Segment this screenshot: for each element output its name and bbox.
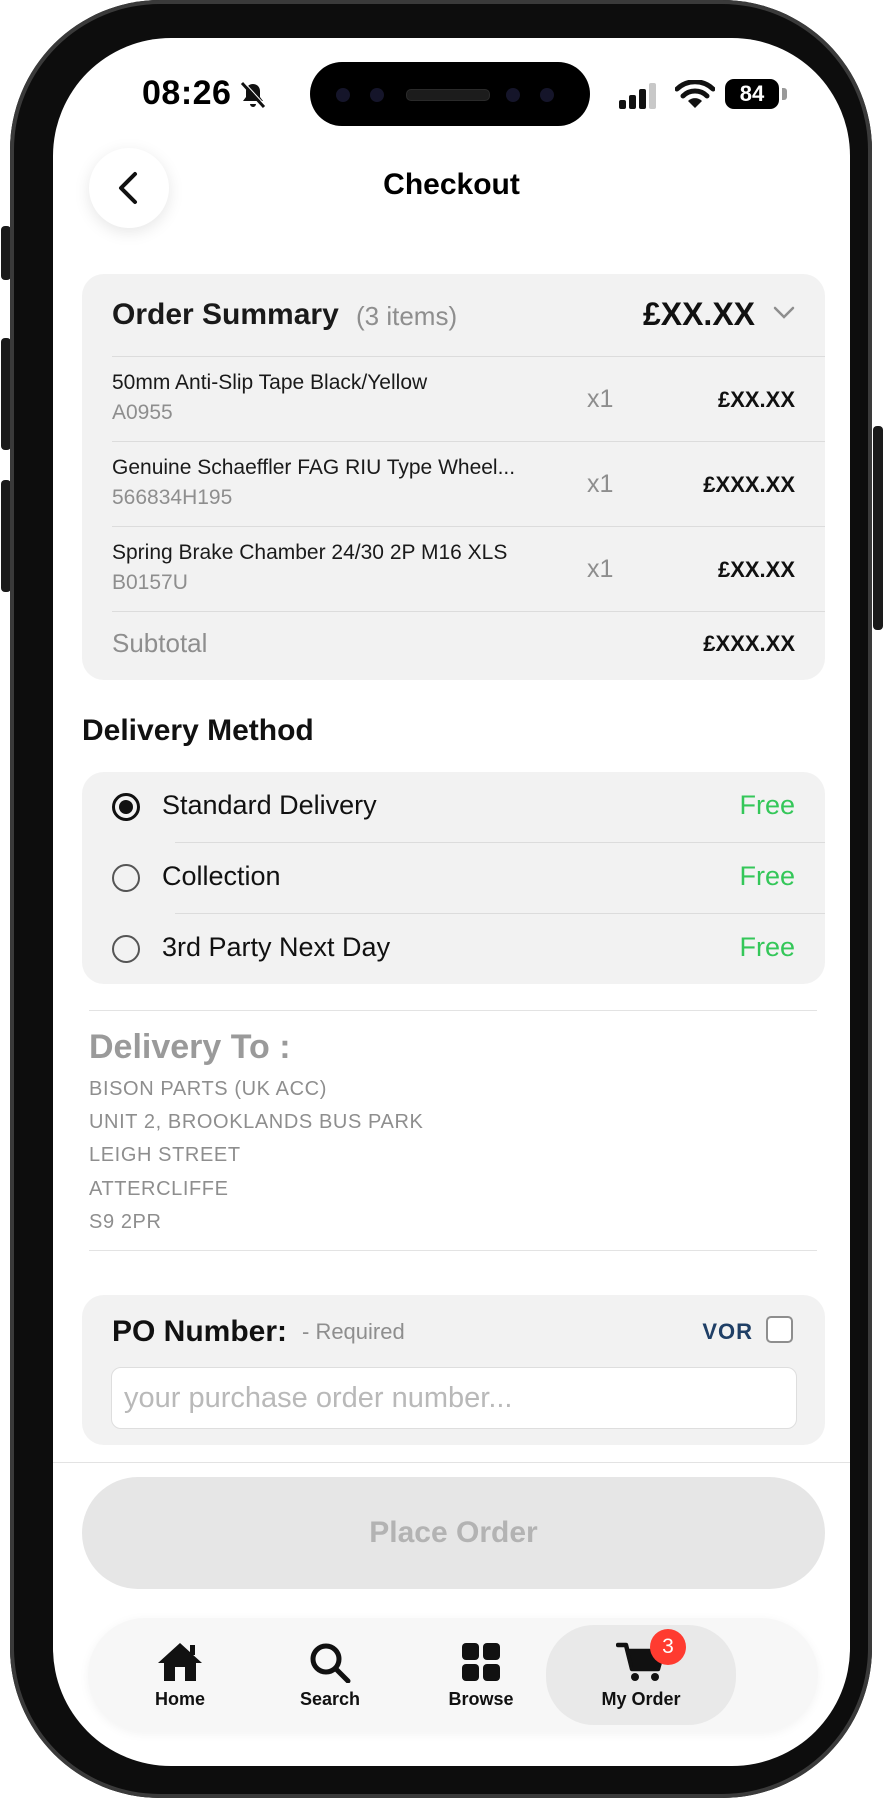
grid-icon [462,1642,500,1681]
po-number-card: PO Number: - Required VOR [82,1295,825,1445]
chevron-down-icon [773,306,795,319]
address-line: BISON PARTS (UK ACC) [89,1078,327,1100]
item-code: 566834H195 [112,486,233,509]
delivery-option-third-party[interactable]: 3rd Party Next Day Free [82,914,825,984]
order-summary-title: Order Summary [112,298,339,331]
status-time: 08:26 [142,74,232,112]
radio-unselected[interactable] [112,864,140,892]
order-summary-card: Order Summary (3 items) £XX.XX 50mm Anti… [82,274,825,680]
order-total: £XX.XX [642,296,755,332]
item-name: 50mm Anti-Slip Tape Black/Yellow [112,371,428,394]
radio-selected[interactable] [112,793,140,821]
subtotal-value: £XXX.XX [703,631,795,656]
option-price: Free [739,790,795,820]
bell-muted-icon [240,81,266,109]
cart-badge: 3 [650,1629,686,1665]
wifi-icon [675,80,715,108]
sensor-dot [336,88,350,102]
option-label: Standard Delivery [162,790,377,820]
cellular-signal-icon [619,83,656,109]
vor-checkbox[interactable] [766,1316,793,1343]
search-icon [310,1643,351,1683]
tab-bar: Home Search Browse My Order 3 [88,1618,818,1732]
list-item: Spring Brake Chamber 24/30 2P M16 XLS B0… [82,527,825,611]
option-price: Free [739,861,795,891]
tab-home[interactable]: Home [100,1618,260,1732]
address-line: S9 2PR [89,1211,162,1233]
delivery-method-title: Delivery Method [82,714,314,747]
address-line: UNIT 2, BROOKLANDS BUS PARK [89,1111,424,1133]
subtotal-label: Subtotal [112,628,208,658]
item-price: £XXX.XX [703,472,795,497]
speaker-grille [406,89,490,101]
item-code: B0157U [112,571,188,594]
address-line: LEIGH STREET [89,1144,241,1166]
tab-label: Search [299,1688,361,1709]
item-count: (3 items) [356,301,458,331]
item-quantity: x1 [587,470,614,498]
list-item: 50mm Anti-Slip Tape Black/Yellow A0955 x… [82,357,825,441]
list-item: Genuine Schaeffler FAG RIU Type Wheel...… [82,442,825,526]
tab-search[interactable]: Search [250,1618,410,1732]
delivery-method-card: Standard Delivery Free Collection Free 3… [82,772,825,984]
delivery-to-title: Delivery To : [89,1028,291,1066]
app-screen: 08:26 84 Checkout Order Summary (3 items… [53,38,850,1766]
power-button [873,426,883,630]
item-name: Spring Brake Chamber 24/30 2P M16 XLS [112,541,508,564]
divider [89,1010,817,1011]
tab-label: My Order [601,1688,681,1709]
order-summary-header[interactable]: Order Summary (3 items) £XX.XX [82,274,825,344]
battery-icon: 84 [725,79,779,109]
option-label: Collection [162,861,281,891]
divider [53,1462,850,1463]
item-price: £XX.XX [717,387,795,412]
delivery-option-standard[interactable]: Standard Delivery Free [82,772,825,842]
battery-tip [782,88,787,100]
option-price: Free [739,932,795,962]
item-price: £XX.XX [717,557,795,582]
page-title: Checkout [383,168,520,201]
place-order-button[interactable]: Place Order [82,1477,825,1589]
option-label: 3rd Party Next Day [162,932,391,962]
item-name: Genuine Schaeffler FAG RIU Type Wheel... [112,456,516,479]
vor-label: VOR [702,1319,753,1344]
po-number-label: PO Number: [112,1315,288,1348]
camera-dot [506,88,520,102]
delivery-option-collection[interactable]: Collection Free [82,843,825,913]
camera-dot [540,88,554,102]
tab-label: Browse [448,1688,514,1709]
phone-frame: 08:26 84 Checkout Order Summary (3 items… [10,0,872,1798]
item-quantity: x1 [587,555,614,583]
home-icon [158,1642,202,1681]
radio-unselected[interactable] [112,935,140,963]
dynamic-island [310,62,590,126]
address-line: ATTERCLIFFE [89,1178,229,1200]
divider [112,611,825,612]
tab-browse[interactable]: Browse [401,1618,561,1732]
item-quantity: x1 [587,385,614,413]
item-code: A0955 [112,401,173,424]
sensor-dot [370,88,384,102]
required-hint: - Required [302,1319,405,1344]
divider [89,1250,817,1251]
po-number-input[interactable] [111,1367,797,1429]
tab-label: Home [154,1688,205,1709]
tab-my-order[interactable]: My Order 3 [546,1625,736,1725]
